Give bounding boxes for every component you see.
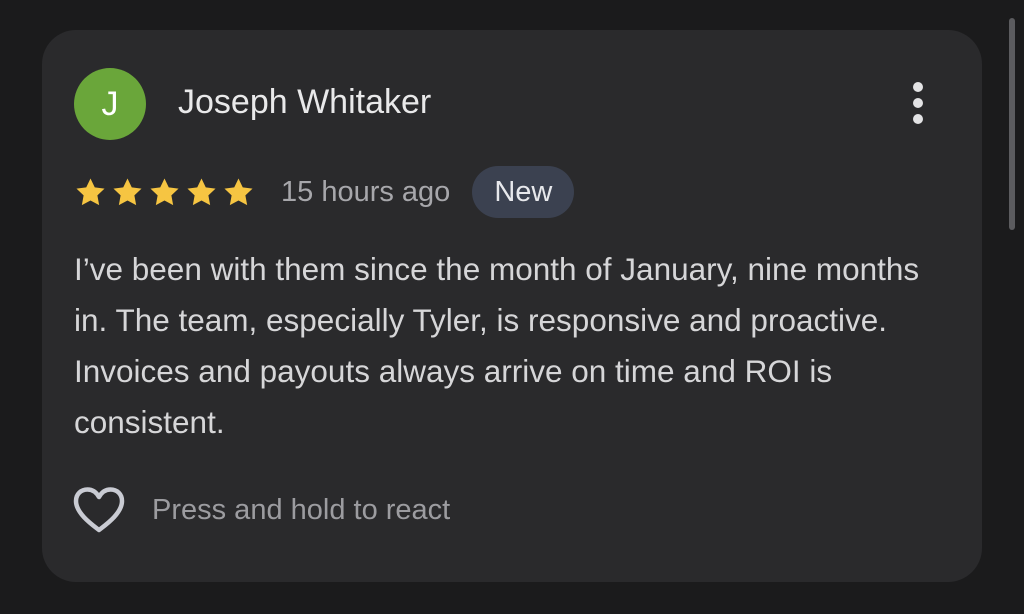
more-options-button[interactable] [904, 80, 932, 126]
review-text: I’ve been with them since the month of J… [74, 251, 920, 440]
star-icon [187, 177, 216, 205]
avatar[interactable]: J [74, 68, 146, 140]
heart-outline-icon [73, 487, 125, 533]
page-scrollbar[interactable] [1009, 18, 1015, 230]
react-button[interactable]: Press and hold to react [72, 484, 450, 536]
avatar-initial: J [101, 85, 119, 123]
vertical-dots-icon [913, 82, 923, 124]
star-icon [76, 177, 105, 205]
author-name[interactable]: Joseph Whitaker [178, 80, 431, 124]
star-icon [224, 177, 253, 205]
star-rating [74, 176, 259, 209]
review-time: 15 hours ago [281, 175, 451, 208]
new-badge: New [472, 166, 575, 218]
review-card: J Joseph Whitaker 15 hours ago New I’ve … [42, 30, 982, 582]
rating-row: 15 hours ago New [74, 166, 575, 218]
react-label: Press and hold to react [152, 493, 451, 526]
star-icon [113, 177, 142, 205]
star-icon [150, 177, 179, 205]
